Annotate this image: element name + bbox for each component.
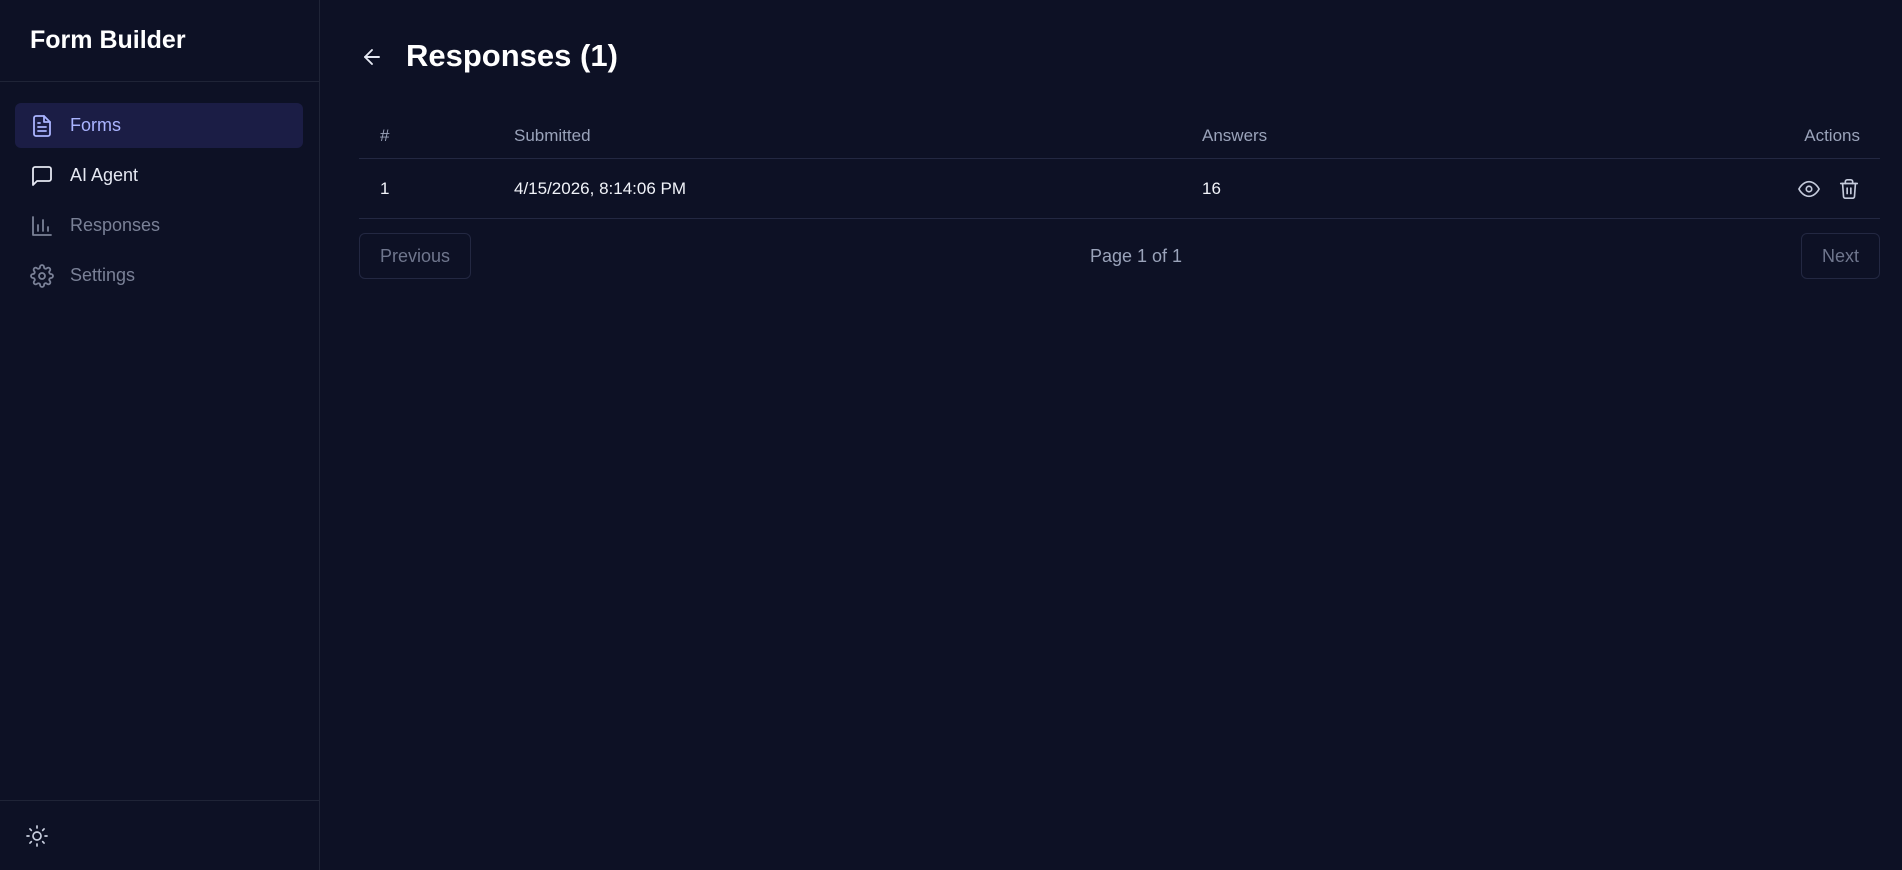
column-header-answers: Answers xyxy=(1202,125,1268,145)
page-info: Page 1 of 1 xyxy=(1089,245,1183,266)
arrow-left-icon xyxy=(364,48,380,65)
sidebar-item-label: Responses xyxy=(70,215,161,235)
gear-icon xyxy=(30,263,54,288)
sidebar-item-forms[interactable]: Forms xyxy=(15,103,303,148)
column-header-submitted: Submitted xyxy=(514,125,591,145)
cell-submitted: 4/15/2026, 8:14:06 PM xyxy=(514,178,687,198)
bar-chart-icon xyxy=(30,214,54,238)
file-text-icon xyxy=(30,114,54,138)
page-header: Responses (1) xyxy=(359,0,1880,115)
cell-number: 1 xyxy=(380,178,390,198)
back-button[interactable] xyxy=(357,42,387,72)
sidebar-item-label: Settings xyxy=(70,265,136,285)
sidebar-item-ai-agent[interactable]: AI Agent xyxy=(15,153,303,198)
column-header-actions: Actions xyxy=(1804,125,1860,145)
page-title: Responses (1) xyxy=(406,37,618,73)
main-content: Responses (1) # Submitted Answers Action… xyxy=(320,0,1902,870)
sun-icon[interactable] xyxy=(25,824,49,848)
app-title: Form Builder xyxy=(0,0,319,82)
table-row: 1 4/15/2026, 8:14:06 PM 16 xyxy=(359,159,1880,219)
chat-icon xyxy=(30,164,54,188)
app-root: Form Builder Forms AI Agent Responses Se… xyxy=(0,0,1902,870)
cell-answers: 16 xyxy=(1202,178,1221,198)
sidebar-item-label: Forms xyxy=(70,115,121,135)
sidebar-item-responses[interactable]: Responses xyxy=(15,203,303,248)
responses-table: # Submitted Answers Actions 1 4/15/2026,… xyxy=(359,113,1880,219)
eye-icon[interactable] xyxy=(1798,178,1820,200)
table-header: # Submitted Answers Actions xyxy=(359,113,1880,159)
trash-icon[interactable] xyxy=(1838,178,1860,200)
cell-actions xyxy=(1680,178,1880,200)
sidebar: Form Builder Forms AI Agent Responses Se… xyxy=(0,0,320,870)
next-button[interactable]: Next xyxy=(1800,233,1880,279)
sidebar-item-settings[interactable]: Settings xyxy=(15,253,303,298)
column-header-number: # xyxy=(380,125,390,145)
previous-button[interactable]: Previous xyxy=(359,233,472,279)
pagination: Previous Page 1 of 1 Next xyxy=(359,219,1880,293)
sidebar-item-label: AI Agent xyxy=(70,165,139,185)
sidebar-nav: Forms AI Agent Responses Settings xyxy=(0,82,319,800)
sidebar-footer xyxy=(0,800,319,870)
